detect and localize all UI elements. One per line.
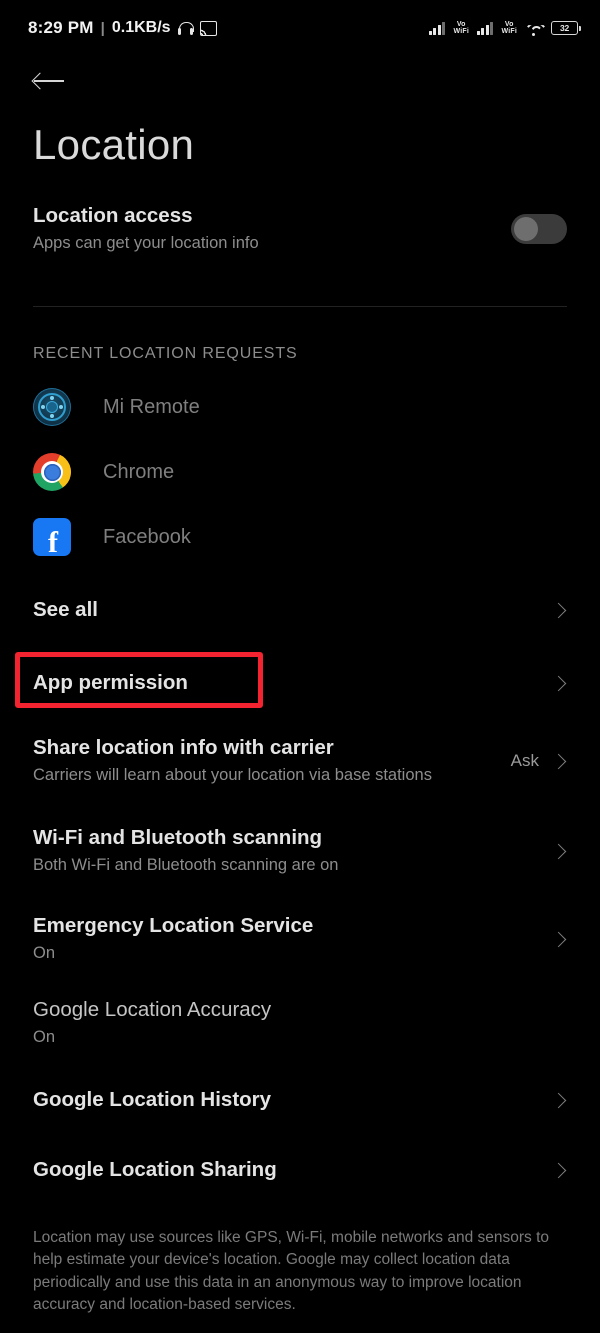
list-item[interactable]: Chrome <box>0 444 600 500</box>
see-all-text: See all <box>33 597 552 623</box>
row-text: Google Location Sharing <box>33 1157 552 1183</box>
sim1-signal-icon <box>428 21 446 35</box>
row-title: Wi-Fi and Bluetooth scanning <box>33 826 323 850</box>
list-item[interactable]: Mi Remote <box>0 379 600 435</box>
row-text: Google Location History <box>33 1087 552 1113</box>
chevron-right-icon <box>552 845 565 858</box>
back-arrow-icon[interactable] <box>34 68 68 94</box>
sim1-vowifi-line2: WiFi <box>453 28 469 35</box>
back-bar <box>0 56 600 106</box>
row-subtitle: On <box>33 1028 56 1047</box>
wifi-icon <box>525 21 543 36</box>
chevron-right-icon <box>552 677 565 690</box>
chevron-right-icon <box>552 1094 565 1107</box>
chevron-right-icon <box>552 755 565 768</box>
page-title: Location <box>33 121 195 168</box>
network-speed-text: 0.1KB/s <box>111 19 171 36</box>
settings-row-app-permission[interactable]: App permission <box>0 652 600 708</box>
row-title: Google Location Sharing <box>33 1158 277 1182</box>
row-text: Google Location Accuracy On <box>33 997 567 1048</box>
toggle-knob <box>514 217 538 241</box>
row-subtitle: Both Wi-Fi and Bluetooth scanning are on <box>33 856 339 875</box>
chevron-right-icon <box>552 1164 565 1177</box>
row-text: Wi-Fi and Bluetooth scanning Both Wi-Fi … <box>33 825 552 876</box>
settings-row-google-location-accuracy[interactable]: Google Location Accuracy On <box>0 995 600 1051</box>
row-value: Ask <box>510 751 539 770</box>
facebook-icon: f <box>33 518 71 558</box>
row-text: App permission <box>33 670 552 696</box>
row-text: Emergency Location Service On <box>33 913 552 964</box>
mi-remote-icon <box>33 388 71 426</box>
recent-requests-section-label: RECENT LOCATION REQUESTS <box>33 345 298 362</box>
chevron-right-icon <box>552 604 565 617</box>
sim1-vowifi-line1: Vo <box>456 21 466 28</box>
row-title: App permission <box>33 671 188 695</box>
chrome-icon <box>33 453 71 491</box>
battery-level-text: 32 <box>559 23 570 33</box>
location-access-toggle[interactable] <box>511 214 567 244</box>
see-all-label: See all <box>33 598 98 622</box>
status-bar: 8:29 PM | 0.1KB/s Vo WiFi Vo WiFi 32 <box>0 0 600 56</box>
app-name: Facebook <box>103 525 191 548</box>
row-subtitle: Carriers will learn about your location … <box>33 766 432 785</box>
location-access-title: Location access <box>33 204 193 228</box>
see-all-row[interactable]: See all <box>0 587 600 633</box>
app-name: Chrome <box>103 460 175 483</box>
status-bar-right: Vo WiFi Vo WiFi 32 <box>428 21 581 36</box>
settings-row-wifi-bluetooth-scanning[interactable]: Wi-Fi and Bluetooth scanning Both Wi-Fi … <box>0 821 600 881</box>
settings-row-google-location-sharing[interactable]: Google Location Sharing <box>0 1147 600 1193</box>
status-clock: 8:29 PM <box>28 18 94 37</box>
status-bar-left: 8:29 PM | 0.1KB/s <box>28 18 217 38</box>
sim2-vowifi-label: Vo WiFi <box>501 21 517 35</box>
headphone-icon <box>177 21 194 36</box>
battery-icon: 32 <box>551 21 581 35</box>
section-divider <box>33 306 567 307</box>
settings-row-share-location-carrier[interactable]: Share location info with carrier Carrier… <box>0 731 600 791</box>
location-access-subtitle: Apps can get your location info <box>33 234 259 253</box>
location-access-row[interactable]: Location access Apps can get your locati… <box>0 196 600 262</box>
sim2-vowifi-line1: Vo <box>504 21 514 28</box>
settings-row-google-location-history[interactable]: Google Location History <box>0 1077 600 1123</box>
row-title: Google Location History <box>33 1088 272 1112</box>
row-title: Emergency Location Service <box>33 914 314 938</box>
status-separator: | <box>100 19 105 37</box>
row-text: Share location info with carrier Carrier… <box>33 735 511 786</box>
sim2-vowifi-line2: WiFi <box>501 28 517 35</box>
recent-apps-list: Mi Remote Chrome f Facebook <box>0 379 600 565</box>
location-access-text: Location access Apps can get your locati… <box>33 203 511 254</box>
sim1-vowifi-label: Vo WiFi <box>453 21 469 35</box>
row-title: Google Location Accuracy <box>33 998 272 1022</box>
sim2-signal-icon <box>476 21 494 35</box>
settings-row-emergency-location-service[interactable]: Emergency Location Service On <box>0 911 600 967</box>
row-subtitle: On <box>33 944 56 963</box>
list-item[interactable]: f Facebook <box>0 509 600 565</box>
row-title: Share location info with carrier <box>33 736 334 760</box>
chevron-right-icon <box>552 933 565 946</box>
app-name: Mi Remote <box>103 395 200 418</box>
footnote-text: Location may use sources like GPS, Wi-Fi… <box>33 1229 550 1314</box>
cast-icon <box>199 20 217 36</box>
